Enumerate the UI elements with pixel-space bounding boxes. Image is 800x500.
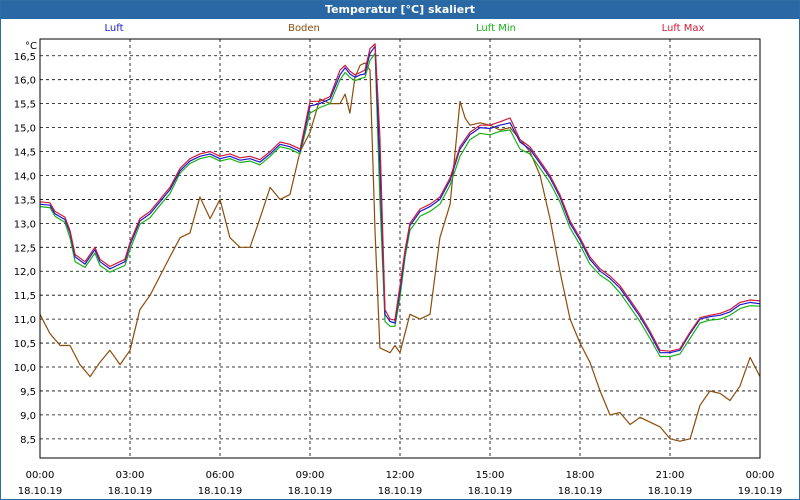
y-tick-label: 13,5 — [14, 195, 36, 206]
y-tick-label: 11,5 — [14, 291, 36, 302]
x-tick-date: 18.10.19 — [558, 486, 603, 497]
y-tick-label: 14,0 — [14, 171, 36, 182]
grid-lines — [40, 39, 760, 458]
plot-canvas: 8,5 9,0 9,5 10,0 10,5 11,0 11,5 12,0 12,5 13,0 13,… — [14, 38, 783, 497]
y-tick-labels: 8,5 9,0 9,5 10,0 10,5 11,0 11,5 12,0 12,5 13,0 13,… — [14, 52, 36, 446]
x-tick-date: 18.10.19 — [18, 486, 63, 497]
x-tick-date: 18.10.19 — [378, 486, 423, 497]
y-tick-label: 10,0 — [14, 363, 36, 374]
y-tick-label: 14,5 — [14, 148, 36, 159]
y-tick-label: 11,0 — [14, 315, 36, 326]
x-tick-time: 06:00 — [206, 470, 235, 481]
x-tick-date: 19.10.19 — [738, 486, 783, 497]
chart-window: Temperatur [°C] skaliert Luft Boden Luft… — [0, 0, 800, 500]
y-tick-label: 15,0 — [14, 124, 36, 135]
x-tick-date: 18.10.19 — [468, 486, 513, 497]
y-tick-label: 13,0 — [14, 219, 36, 230]
x-tick-date: 18.10.19 — [198, 486, 243, 497]
x-tick-time: 03:00 — [116, 470, 145, 481]
x-tick-time: 12:00 — [386, 470, 415, 481]
y-tick-label: 15,5 — [14, 100, 36, 111]
x-tick-date: 18.10.19 — [648, 486, 693, 497]
y-tick-label: 8,5 — [20, 435, 36, 446]
x-tick-labels: 00:00 18.10.19 03:00 18.10.19 06:00 18.10.19 0… — [18, 470, 783, 497]
x-tick-date: 18.10.19 — [288, 486, 333, 497]
x-tick-time: 21:00 — [656, 470, 685, 481]
x-tick-time: 00:00 — [26, 470, 55, 481]
y-tick-label: 12,0 — [14, 267, 36, 278]
y-tick-label: 12,5 — [14, 243, 36, 254]
y-axis-unit: °C — [25, 41, 37, 52]
y-tick-label: 16,5 — [14, 52, 36, 63]
x-tick-time: 18:00 — [566, 470, 595, 481]
x-tick-time: 09:00 — [296, 470, 325, 481]
y-tick-label: 9,0 — [20, 411, 36, 422]
x-tick-time: 00:00 — [746, 470, 775, 481]
y-tick-label: 10,5 — [14, 339, 36, 350]
x-tick-date: 18.10.19 — [108, 486, 153, 497]
y-tick-label: 9,5 — [20, 387, 36, 398]
y-tick-label: 16,0 — [14, 76, 36, 87]
x-tick-time: 15:00 — [476, 470, 505, 481]
